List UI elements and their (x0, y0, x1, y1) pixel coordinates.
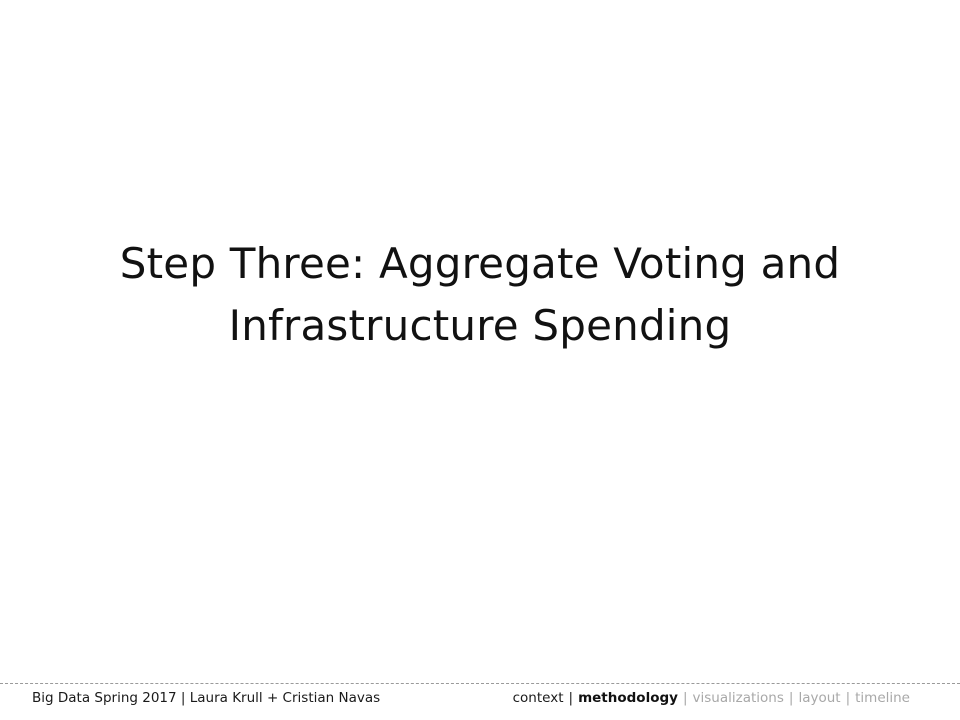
slide-title-line-1: Step Three: Aggregate Voting and (119, 239, 841, 288)
nav-item-layout[interactable]: layout (798, 690, 840, 706)
nav-separator: | (788, 690, 794, 706)
nav-item-visualizations[interactable]: visualizations (693, 690, 784, 706)
footer: Big Data Spring 2017 | Laura Krull + Cri… (0, 684, 960, 712)
slide-title-line-2: Infrastructure Spending (228, 301, 732, 350)
footer-credit: Big Data Spring 2017 | Laura Krull + Cri… (32, 690, 381, 706)
nav-separator: | (568, 690, 574, 706)
nav-item-methodology[interactable]: methodology (578, 690, 678, 706)
slide: Step Three: Aggregate Voting and Infrast… (0, 0, 960, 720)
slide-title: Step Three: Aggregate Voting and Infrast… (60, 233, 900, 357)
nav-separator: | (682, 690, 688, 706)
nav-item-timeline[interactable]: timeline (855, 690, 910, 706)
nav-item-context[interactable]: context (513, 690, 564, 706)
section-nav: context | methodology | visualizations | layou… (513, 684, 910, 712)
nav-separator: | (845, 690, 851, 706)
